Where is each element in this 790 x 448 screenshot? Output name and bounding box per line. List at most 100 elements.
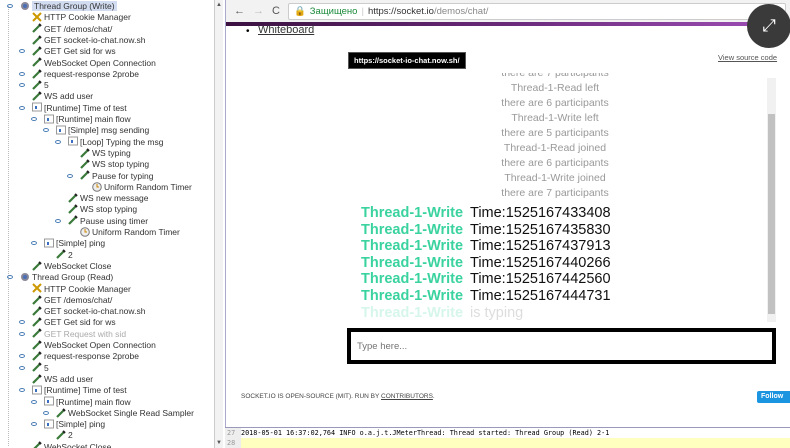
- back-icon[interactable]: ←: [234, 5, 245, 17]
- tree-node[interactable]: WebSocket Open Connection: [32, 58, 156, 69]
- expander-icon[interactable]: [55, 218, 61, 223]
- tree-node[interactable]: [Simple] ping: [31, 238, 105, 249]
- expander-icon[interactable]: [31, 422, 37, 427]
- expander-icon[interactable]: [43, 410, 49, 415]
- log-text: there are 5 participants: [501, 127, 609, 139]
- pipette-icon: [32, 351, 42, 361]
- expander-icon[interactable]: [31, 117, 37, 121]
- tree-node[interactable]: request-response 2probe: [19, 69, 139, 80]
- expander-icon[interactable]: [19, 83, 25, 88]
- tree-scrollbar[interactable]: ▲ ▼: [214, 0, 223, 448]
- tree-node[interactable]: [Runtime] Time of test: [19, 385, 127, 396]
- chat-message: Thread-1-Write Time:1525167442560: [361, 271, 611, 287]
- expander-icon[interactable]: [19, 49, 25, 54]
- tree-node-label: WebSocket Open Connection: [44, 340, 156, 350]
- tree-node[interactable]: WS new message: [68, 193, 149, 204]
- expander-icon[interactable]: [55, 139, 61, 144]
- expander-icon[interactable]: [19, 388, 25, 393]
- expander-icon[interactable]: [19, 331, 25, 336]
- tree-node[interactable]: HTTP Cookie Manager: [32, 12, 131, 23]
- tree-node[interactable]: GET socket-io-chat.now.sh: [32, 35, 145, 46]
- pipette-icon: [80, 170, 90, 181]
- log-message: there are 6 participants: [347, 97, 767, 109]
- username: Thread-1-Write: [361, 288, 464, 304]
- log-message: Thread-1-Read joined: [347, 142, 767, 154]
- tree-node-label: Pause for typing: [92, 170, 154, 181]
- tree-node[interactable]: [Simple] msg sending: [43, 125, 150, 136]
- forward-icon[interactable]: →: [253, 5, 264, 17]
- scroll-thumb[interactable]: [768, 114, 775, 314]
- tree-node[interactable]: GET Get sid for ws: [19, 317, 116, 328]
- tree-node-label: WS stop typing: [92, 159, 150, 170]
- twitter-follow-button[interactable]: Follow: [757, 391, 790, 403]
- pipette-icon: [56, 407, 66, 418]
- tree-node-label: WS stop typing: [80, 204, 138, 215]
- expander-icon[interactable]: [7, 275, 13, 280]
- tree-node[interactable]: WebSocket Close: [32, 261, 111, 272]
- tree-node[interactable]: [Runtime] Time of test: [19, 103, 127, 114]
- log-message: Thread-1-Write joined: [347, 172, 767, 184]
- tree-node[interactable]: WS add user: [32, 374, 93, 385]
- expander-icon[interactable]: [31, 399, 37, 404]
- expander-icon[interactable]: [7, 4, 13, 8]
- tree-node[interactable]: Uniform Random Timer: [92, 181, 192, 193]
- contributors-link[interactable]: CONTRIBUTORS: [381, 393, 433, 400]
- pipette-icon: [32, 317, 42, 327]
- tree-node[interactable]: WebSocket Single Read Sampler: [43, 407, 194, 419]
- log-text: there are 7 participants: [501, 73, 609, 79]
- tree-node[interactable]: WebSocket Open Connection: [32, 340, 156, 351]
- fullscreen-toggle-icon[interactable]: ⤢: [747, 4, 790, 48]
- tree-node[interactable]: GET socket-io-chat.now.sh: [32, 306, 145, 317]
- tree-node[interactable]: Thread Group (Read): [7, 272, 113, 283]
- tree-node[interactable]: Thread Group (Write): [7, 1, 117, 12]
- expander-icon[interactable]: [43, 128, 49, 133]
- tree-node[interactable]: 5: [19, 80, 49, 91]
- chat-scrollbar[interactable]: [767, 78, 776, 322]
- tree-node[interactable]: WS add user: [32, 91, 93, 102]
- expander-icon[interactable]: [31, 241, 37, 246]
- message-body: Time:1525167440266: [470, 254, 611, 271]
- expander-icon[interactable]: [67, 173, 73, 178]
- chat-message: Thread-1-Write Time:1525167444731: [361, 288, 611, 304]
- tree-node[interactable]: 2: [56, 430, 73, 441]
- tree-node[interactable]: 2: [56, 250, 73, 261]
- message-input[interactable]: [351, 332, 772, 360]
- tree-node[interactable]: GET Get sid for ws: [19, 46, 116, 57]
- whiteboard-link[interactable]: Whiteboard: [258, 24, 314, 36]
- tree-node[interactable]: GET Request with sid: [19, 329, 126, 340]
- reload-icon[interactable]: C: [272, 5, 280, 17]
- log-message: there are 6 participants: [347, 157, 767, 169]
- expander-icon[interactable]: [19, 365, 25, 370]
- expander-icon[interactable]: [19, 320, 25, 325]
- username: Thread-1-Write: [361, 271, 464, 288]
- tree-node[interactable]: Uniform Random Timer: [80, 226, 180, 238]
- tree-node-label: Uniform Random Timer: [104, 181, 192, 192]
- tree-node[interactable]: WS stop typing: [80, 159, 149, 170]
- tree-node-label: Pause using timer: [80, 215, 149, 226]
- tree-node[interactable]: WebSocket Close: [32, 442, 111, 448]
- tree-node-label: 2: [68, 249, 73, 260]
- expander-icon[interactable]: [19, 105, 25, 110]
- tree-node[interactable]: GET /demos/chat/: [32, 24, 112, 35]
- tree-node[interactable]: HTTP Cookie Manager: [32, 284, 131, 295]
- tree-node[interactable]: WS typing: [80, 148, 131, 159]
- tree-node[interactable]: WS stop typing: [68, 204, 137, 215]
- tree-node[interactable]: 5: [19, 363, 49, 374]
- address-bar[interactable]: 🔒 Защищено | https://socket.io/demos/cha…: [287, 2, 786, 20]
- expander-icon[interactable]: [19, 71, 25, 76]
- tree-node-label: GET socket-io-chat.now.sh: [44, 34, 146, 45]
- log-text: there are 6 participants: [501, 157, 609, 169]
- tree-node[interactable]: [Simple] ping: [31, 419, 105, 430]
- expander-icon[interactable]: [19, 354, 25, 359]
- tree-node[interactable]: Pause for typing: [67, 170, 154, 182]
- tree-node[interactable]: GET /demos/chat/: [32, 295, 112, 306]
- gear-icon: [20, 272, 30, 282]
- tree-node[interactable]: [Loop] Typing the msg: [55, 137, 163, 148]
- tree-node[interactable]: request-response 2probe: [19, 351, 139, 362]
- view-source-link[interactable]: View source code: [718, 53, 777, 62]
- tree-node[interactable]: [Runtime] main flow: [31, 397, 131, 408]
- tree-node[interactable]: [Runtime] main flow: [31, 114, 131, 125]
- tree-node[interactable]: Pause using timer: [55, 215, 149, 227]
- tree-node-label: GET /demos/chat/: [44, 294, 113, 305]
- tree-node-label: [Simple] msg sending: [68, 125, 150, 136]
